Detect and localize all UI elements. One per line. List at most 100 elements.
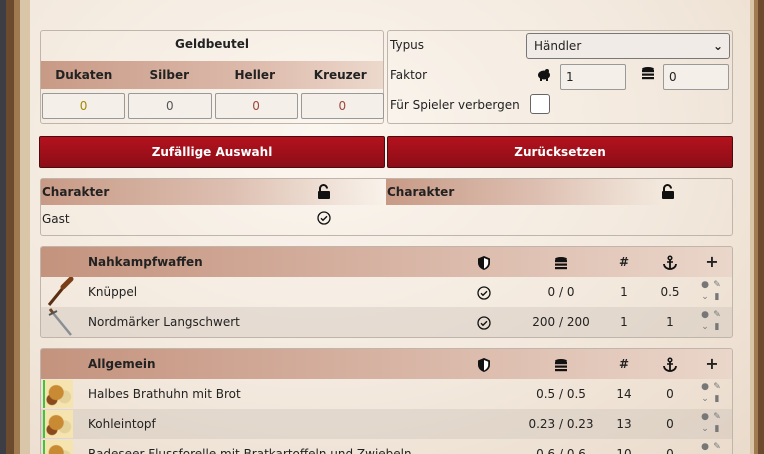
chevron-down-icon[interactable]: ⌄ xyxy=(699,393,711,405)
character-header-right-label: Charakter xyxy=(387,185,455,199)
food-icon xyxy=(43,440,73,454)
melee-title: Nahkampfwaffen xyxy=(88,255,203,269)
quantity-header: # xyxy=(618,357,630,371)
melee-weapons-table: Nahkampfwaffen # + Knüppel 0 / 0 1 0.5 ●… xyxy=(40,246,733,338)
sword-icon xyxy=(45,307,75,337)
item-price: 200 / 200 xyxy=(532,315,590,329)
item-name: Knüppel xyxy=(88,285,138,299)
item-name: Halbes Brathuhn mit Brot xyxy=(88,387,241,401)
food-icon xyxy=(43,410,73,438)
edit-icon[interactable]: ✎ xyxy=(711,381,723,393)
table-row[interactable]: Knüppel 0 / 0 1 0.5 ● ✎ ⌄ ▮ xyxy=(41,276,732,307)
comment-icon[interactable]: ● xyxy=(699,411,711,423)
trash-icon[interactable]: ▮ xyxy=(711,423,723,435)
table-row[interactable]: Nordmärker Langschwert 200 / 200 1 1 ● ✎ … xyxy=(41,307,732,337)
character-header-left: Charakter xyxy=(41,179,385,205)
hide-checkbox[interactable] xyxy=(530,94,550,114)
chevron-down-icon[interactable]: ⌄ xyxy=(699,291,711,303)
type-label: Typus xyxy=(390,38,425,52)
coins-input[interactable]: 0 xyxy=(663,64,729,90)
comment-icon[interactable]: ● xyxy=(699,309,711,321)
wallet-panel: Geldbeutel Dukaten Silber Heller Kreuzer xyxy=(40,30,384,124)
piggy-bank-icon xyxy=(536,66,552,82)
chevron-down-icon[interactable]: ⌄ xyxy=(699,321,711,333)
general-header-row: Allgemein # + xyxy=(41,349,732,379)
row-actions: ●✎ ⌄▮ xyxy=(699,381,727,407)
check-circle-icon[interactable] xyxy=(473,277,495,307)
check-circle-icon[interactable] xyxy=(473,307,495,337)
quantity-header: # xyxy=(618,255,630,269)
character-panel: Charakter Charakter Gast xyxy=(40,178,733,236)
coins-icon xyxy=(511,247,611,277)
item-weight: 0 xyxy=(666,387,674,401)
wallet-title: Geldbeutel xyxy=(175,37,249,51)
coins-icon xyxy=(511,349,611,379)
chevron-down-icon: ⌄ xyxy=(712,39,723,53)
wallet-values xyxy=(42,93,384,119)
general-items-table: Allgemein # + Halbes Brathuhn mit Brot 0… xyxy=(40,348,733,454)
item-quantity: 13 xyxy=(616,417,632,431)
edit-icon[interactable]: ✎ xyxy=(711,441,723,453)
item-price: 0 / 0 xyxy=(547,285,575,299)
kreuzer-header: Kreuzer xyxy=(313,68,367,82)
silber-header: Silber xyxy=(149,68,189,82)
right-frame xyxy=(750,0,764,454)
anchor-icon xyxy=(657,247,683,277)
shield-icon xyxy=(473,349,495,379)
comment-icon[interactable]: ● xyxy=(699,381,711,393)
item-price: 0.23 / 0.23 xyxy=(528,417,594,431)
trash-icon[interactable]: ▮ xyxy=(711,393,723,405)
silber-input[interactable] xyxy=(128,93,212,119)
check-circle-icon[interactable] xyxy=(317,211,331,225)
table-row[interactable]: Radeseer Flussforelle mit Bratkartoffeln… xyxy=(41,439,732,454)
row-actions: ●✎ ⌄▮ xyxy=(699,279,727,305)
comment-icon[interactable]: ● xyxy=(699,441,711,453)
general-title: Allgemein xyxy=(88,357,156,371)
table-row[interactable]: Halbes Brathuhn mit Brot 0.5 / 0.5 14 0 … xyxy=(41,379,732,409)
chevron-down-icon[interactable]: ⌄ xyxy=(699,423,711,435)
comment-icon[interactable]: ● xyxy=(699,279,711,291)
coins-icon xyxy=(640,65,656,81)
hide-label: Für Spieler verbergen xyxy=(390,98,520,112)
club-icon xyxy=(45,276,75,307)
table-row[interactable]: Kohleintopf 0.23 / 0.23 13 0 ● ✎ ⌄ ▮ xyxy=(41,409,732,439)
item-weight: 0 xyxy=(666,447,674,454)
item-name: Kohleintopf xyxy=(88,417,156,431)
add-item-button[interactable]: + xyxy=(701,349,723,379)
left-frame xyxy=(0,0,30,454)
melee-header-row: Nahkampfwaffen # + xyxy=(41,247,732,277)
shield-icon xyxy=(473,247,495,277)
edit-icon[interactable]: ✎ xyxy=(711,411,723,423)
add-item-button[interactable]: + xyxy=(701,247,723,277)
row-actions: ●✎ ⌄▮ xyxy=(699,309,727,335)
dukaten-input[interactable] xyxy=(42,93,126,119)
item-price: 0.5 / 0.5 xyxy=(536,387,586,401)
merchant-sheet: Geldbeutel Dukaten Silber Heller Kreuzer… xyxy=(30,0,750,454)
wallet-headers: Dukaten Silber Heller Kreuzer xyxy=(41,61,383,89)
merchant-settings-panel: Typus Händler ⌄ Faktor 1 0 Für Spieler v… xyxy=(387,30,733,124)
row-actions: ●✎ ⌄▮ xyxy=(699,411,727,437)
item-weight: 1 xyxy=(666,315,674,329)
character-name: Gast xyxy=(42,212,70,226)
kreuzer-input[interactable] xyxy=(300,93,384,119)
unlock-icon[interactable] xyxy=(317,184,331,200)
item-price: 0.6 / 0.6 xyxy=(536,447,586,454)
item-quantity: 1 xyxy=(620,315,628,329)
heller-header: Heller xyxy=(234,68,275,82)
type-select[interactable]: Händler ⌄ xyxy=(526,33,730,59)
random-selection-button[interactable]: Zufällige Auswahl xyxy=(39,136,385,168)
food-icon xyxy=(43,380,73,408)
row-actions: ●✎ ⌄▮ xyxy=(699,441,727,454)
character-header-left-label: Charakter xyxy=(42,185,110,199)
edit-icon[interactable]: ✎ xyxy=(711,309,723,321)
anchor-icon xyxy=(657,349,683,379)
trash-icon[interactable]: ▮ xyxy=(711,291,723,303)
factor-input[interactable]: 1 xyxy=(560,64,626,90)
reset-button[interactable]: Zurücksetzen xyxy=(387,136,733,168)
heller-input[interactable] xyxy=(214,93,298,119)
trash-icon[interactable]: ▮ xyxy=(711,321,723,333)
type-select-value: Händler xyxy=(534,39,582,53)
edit-icon[interactable]: ✎ xyxy=(711,279,723,291)
character-header-right: Charakter xyxy=(386,179,662,205)
unlock-icon[interactable] xyxy=(661,184,675,200)
